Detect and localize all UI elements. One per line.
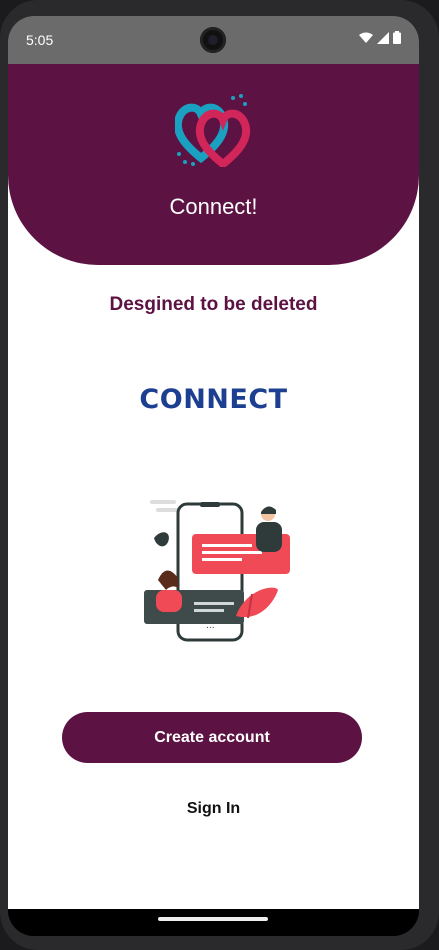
- device-screen: 5:05 Connect! Desgined to be deleted CON…: [8, 16, 419, 936]
- create-account-button[interactable]: Create account: [62, 712, 362, 763]
- tagline: Desgined to be deleted: [109, 294, 318, 315]
- svg-text:...: ...: [206, 621, 215, 631]
- signal-icon: [377, 31, 389, 44]
- phone-frame: 5:05 Connect! Desgined to be deleted CON…: [0, 0, 439, 950]
- navigation-bar: [8, 909, 419, 936]
- battery-icon: [393, 31, 401, 44]
- connect-hearts-logo: [175, 94, 251, 167]
- wifi-icon: [359, 32, 373, 43]
- home-gesture-bar[interactable]: [158, 917, 268, 921]
- brand-wordmark: CONNECT: [8, 384, 419, 415]
- header-banner: Connect!: [8, 64, 419, 265]
- status-icons: [359, 31, 401, 44]
- sign-in-link[interactable]: Sign In: [8, 800, 419, 818]
- chat-illustration: ...: [144, 500, 290, 642]
- app-title: Connect!: [169, 194, 258, 219]
- status-bar: 5:05: [8, 16, 419, 64]
- brand-text: CONNECT: [139, 384, 288, 415]
- app-screen: Connect! Desgined to be deleted CONNECT: [8, 64, 419, 909]
- status-time: 5:05: [26, 32, 54, 48]
- front-camera: [200, 27, 226, 53]
